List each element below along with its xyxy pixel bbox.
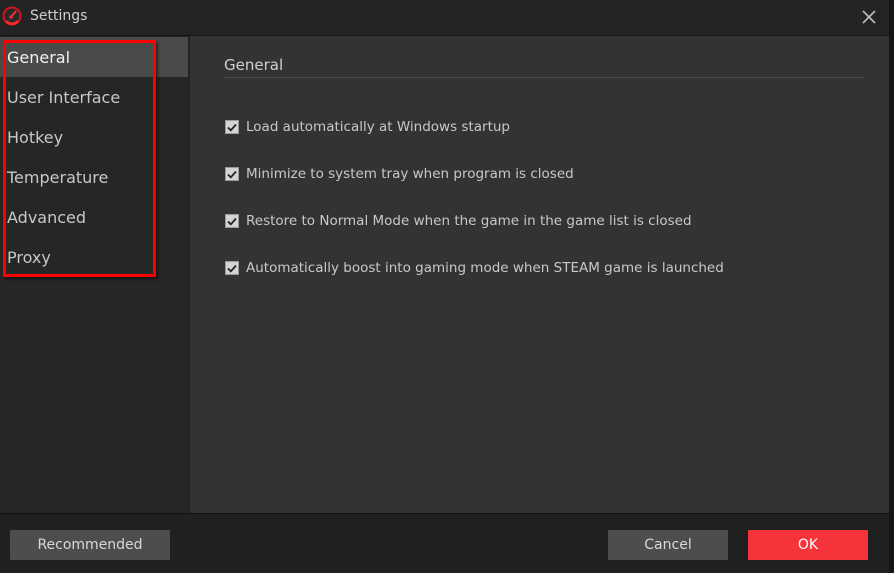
checkmark-icon (227, 217, 237, 226)
sidebar-item-user-interface[interactable]: User Interface (0, 77, 188, 117)
sidebar-item-proxy[interactable]: Proxy (0, 237, 188, 277)
option-restore-normal-mode[interactable]: Restore to Normal Mode when the game in … (225, 213, 692, 229)
sidebar-item-hotkey[interactable]: Hotkey (0, 117, 188, 157)
close-button[interactable] (858, 6, 880, 28)
sidebar-item-label: Temperature (7, 167, 109, 187)
option-minimize-to-tray[interactable]: Minimize to system tray when program is … (225, 166, 574, 182)
sidebar-item-general[interactable]: General (0, 37, 188, 77)
sidebar-item-temperature[interactable]: Temperature (0, 157, 188, 197)
section-divider (224, 77, 864, 78)
sidebar-item-label: Proxy (7, 247, 51, 267)
settings-window: Settings General User Interface Hotkey T… (0, 0, 889, 573)
recommended-button[interactable]: Recommended (10, 530, 170, 560)
sidebar-item-label: Hotkey (7, 127, 64, 147)
sidebar: General User Interface Hotkey Temperatur… (0, 36, 188, 513)
checkmark-icon (227, 264, 237, 273)
sidebar-item-label: Advanced (7, 207, 87, 227)
sidebar-item-label: User Interface (7, 87, 121, 107)
checkmark-icon (227, 170, 237, 179)
option-steam-boost[interactable]: Automatically boost into gaming mode whe… (225, 260, 724, 276)
checkbox[interactable] (225, 167, 239, 181)
settings-panel: General Load automatically at Windows st… (190, 36, 889, 513)
option-label: Restore to Normal Mode when the game in … (246, 213, 692, 229)
option-load-at-startup[interactable]: Load automatically at Windows startup (225, 119, 510, 135)
option-label: Minimize to system tray when program is … (246, 166, 574, 182)
title-bar: Settings (0, 0, 889, 36)
window-title: Settings (30, 8, 88, 24)
window-edge (889, 0, 894, 572)
checkbox[interactable] (225, 120, 239, 134)
option-label: Load automatically at Windows startup (246, 119, 510, 135)
section-title: General (224, 56, 284, 74)
sidebar-item-label: General (7, 47, 71, 67)
cancel-button[interactable]: Cancel (608, 530, 728, 560)
speedometer-icon (2, 6, 22, 26)
checkbox[interactable] (225, 261, 239, 275)
option-label: Automatically boost into gaming mode whe… (246, 260, 724, 276)
checkmark-icon (227, 123, 237, 132)
close-icon (862, 10, 876, 24)
sidebar-item-advanced[interactable]: Advanced (0, 197, 188, 237)
ok-button[interactable]: OK (748, 530, 868, 560)
footer-bar: Recommended Cancel OK (0, 513, 889, 573)
checkbox[interactable] (225, 214, 239, 228)
